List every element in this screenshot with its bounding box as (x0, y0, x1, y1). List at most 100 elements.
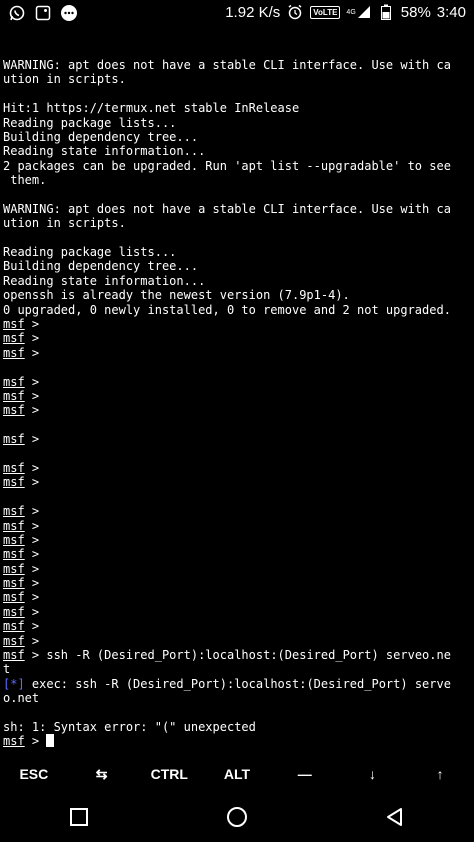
terminal-line: openssh is already the newest version (7… (3, 288, 350, 303)
network-speed: 1.92 K/s (225, 3, 281, 21)
alt-key[interactable]: ALT (203, 758, 271, 790)
terminal-line: msf > (3, 460, 40, 475)
tab-key[interactable]: ⇆ (68, 758, 136, 790)
msf-prompt: msf (3, 475, 25, 490)
alarm-icon (286, 3, 304, 21)
terminal-line: Reading package lists... (3, 245, 177, 260)
terminal-line: WARNING: apt does not have a stable CLI … (3, 201, 451, 216)
msf-prompt: msf (3, 403, 25, 418)
terminal-line: msf > (3, 561, 40, 576)
terminal-line: msf > (3, 734, 471, 748)
terminal-output[interactable]: WARNING: apt does not have a stable CLI … (3, 58, 471, 749)
terminal-line: sh: 1: Syntax error: "(" unexpected (3, 719, 256, 734)
back-icon (387, 808, 402, 826)
msf-prompt: msf (3, 734, 25, 749)
terminal-line: Reading state information... (3, 273, 206, 288)
terminal-line: [*] exec: ssh -R (Desired_Port):localhos… (3, 676, 451, 691)
terminal-line: msf > (3, 518, 40, 533)
terminal-line: Reading package lists... (3, 115, 177, 130)
volte-badge: VoLTE (310, 5, 341, 19)
up-key[interactable]: ↑ (406, 758, 474, 790)
msf-prompt: msf (3, 504, 25, 519)
terminal-line: msf > (3, 374, 40, 389)
msf-prompt: msf (3, 388, 25, 403)
terminal-line: them. (3, 173, 47, 188)
terminal-line: o.net (3, 691, 40, 706)
status-indicators: 1.92 K/s VoLTE 4G 58% 3:40 (225, 3, 466, 21)
terminal-line: msf > (3, 504, 40, 519)
whatsapp-icon (8, 4, 26, 22)
msf-prompt: msf (3, 345, 25, 360)
terminal-line: msf > ssh -R (Desired_Port):localhost:(D… (3, 648, 451, 663)
down-key[interactable]: ↓ (339, 758, 407, 790)
terminal-line: msf > (3, 475, 40, 490)
msf-prompt: msf (3, 374, 25, 389)
battery-percent: 58% (400, 3, 431, 21)
battery-icon (377, 3, 395, 21)
msf-prompt: msf (3, 532, 25, 547)
terminal-line: ution in scripts. (3, 216, 126, 231)
terminal-line: msf > (3, 345, 40, 360)
terminal-line: msf > (3, 331, 40, 346)
terminal-line: msf > (3, 604, 40, 619)
signal-icon: 4G (346, 3, 370, 21)
msf-prompt: msf (3, 547, 25, 562)
msf-prompt: msf (3, 648, 25, 663)
msf-prompt: msf (3, 633, 25, 648)
terminal-line: msf > (3, 590, 40, 605)
recents-icon (70, 808, 88, 826)
notification-icons (8, 4, 78, 22)
terminal-line: 0 upgraded, 0 newly installed, 0 to remo… (3, 302, 451, 317)
terminal-line: Building dependency tree... (3, 129, 199, 144)
recents-button[interactable] (59, 797, 99, 837)
terminal-line: msf > (3, 547, 40, 562)
status-bar: 1.92 K/s VoLTE 4G 58% 3:40 (0, 0, 474, 26)
msf-prompt: msf (3, 317, 25, 332)
ctrl-key[interactable]: CTRL (135, 758, 203, 790)
msf-prompt: msf (3, 460, 25, 475)
terminal-line: Building dependency tree... (3, 259, 199, 274)
terminal-line: msf > (3, 633, 40, 648)
chat-bubble-icon (60, 4, 78, 22)
terminal-line: msf > (3, 619, 40, 634)
gallery-icon (34, 4, 52, 22)
msf-prompt: msf (3, 576, 25, 591)
terminal-line: t (3, 662, 11, 677)
terminal-line: Reading state information... (3, 144, 206, 159)
terminal-cursor (46, 734, 55, 748)
terminal-line: msf > (3, 432, 40, 447)
dash-key[interactable]: — (271, 758, 339, 790)
msf-prompt: msf (3, 331, 25, 346)
msf-prompt: msf (3, 590, 25, 605)
msf-prompt: msf (3, 619, 25, 634)
msf-prompt: msf (3, 604, 25, 619)
msf-prompt: msf (3, 561, 25, 576)
terminal-line: msf > (3, 403, 40, 418)
msf-prompt: msf (3, 518, 25, 533)
extra-keys-row: ESC ⇆ CTRL ALT — ↓ ↑ (0, 758, 474, 790)
home-button[interactable] (217, 797, 257, 837)
network-type: 4G (346, 8, 356, 16)
terminal-line: Hit:1 https://termux.net stable InReleas… (3, 101, 300, 116)
msf-prompt: msf (3, 432, 25, 447)
navigation-bar (0, 792, 474, 842)
terminal-line: msf > (3, 388, 40, 403)
terminal-line: 2 packages can be upgraded. Run 'apt lis… (3, 158, 451, 173)
back-button[interactable] (375, 797, 415, 837)
terminal-line: WARNING: apt does not have a stable CLI … (3, 58, 451, 72)
home-icon (227, 807, 247, 827)
clock: 3:40 (436, 3, 466, 21)
esc-key[interactable]: ESC (0, 758, 68, 790)
terminal-line: ution in scripts. (3, 72, 126, 87)
terminal-line: msf > (3, 576, 40, 591)
terminal-line: msf > (3, 532, 40, 547)
terminal-line: msf > (3, 317, 40, 332)
